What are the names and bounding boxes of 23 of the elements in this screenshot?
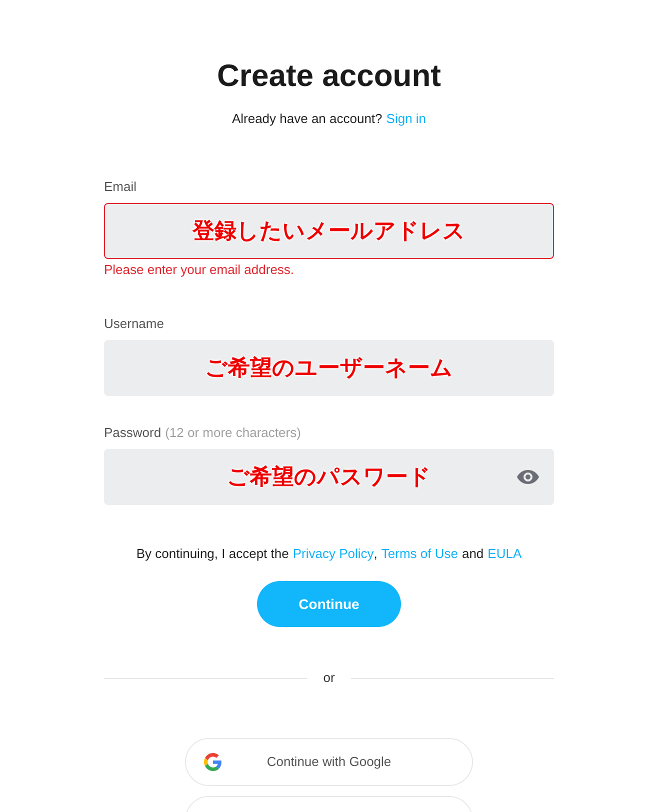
- field-label: Email: [104, 178, 137, 196]
- error-message: Please enter your email address.: [104, 261, 296, 279]
- divider-text: or: [323, 669, 335, 687]
- comma-text: ,: [374, 545, 378, 563]
- signin-prompt: Already have an account?: [232, 110, 382, 128]
- continue-button[interactable]: Continue: [257, 581, 401, 627]
- and-text: and: [462, 545, 484, 563]
- input-field[interactable]: ご希望のユーザーネーム: [104, 340, 554, 396]
- annotation-text: ご希望のユーザーネーム: [204, 354, 454, 382]
- field-hint: (12 or more characters): [165, 424, 301, 442]
- field-label: Password: [104, 424, 162, 442]
- eula-link[interactable]: EULA: [488, 545, 522, 563]
- page-title: Create account: [217, 57, 441, 95]
- privacy-policy-link[interactable]: Privacy Policy: [292, 545, 374, 563]
- terms-of-use-link[interactable]: Terms of Use: [381, 545, 458, 563]
- field-label: Username: [104, 315, 164, 333]
- google-sign-in-button[interactable]: Continue with Google: [185, 738, 473, 786]
- annotation-text: ご希望のパスワード: [226, 463, 432, 491]
- input-field[interactable]: 登録したいメールアドレス: [104, 203, 554, 259]
- annotation-text: 登録したいメールアドレス: [191, 217, 466, 245]
- input-field[interactable]: ご希望のパスワード: [104, 449, 554, 505]
- terms-text: By continuing, I accept the: [136, 545, 289, 563]
- sign-in-link[interactable]: Sign in: [386, 110, 426, 128]
